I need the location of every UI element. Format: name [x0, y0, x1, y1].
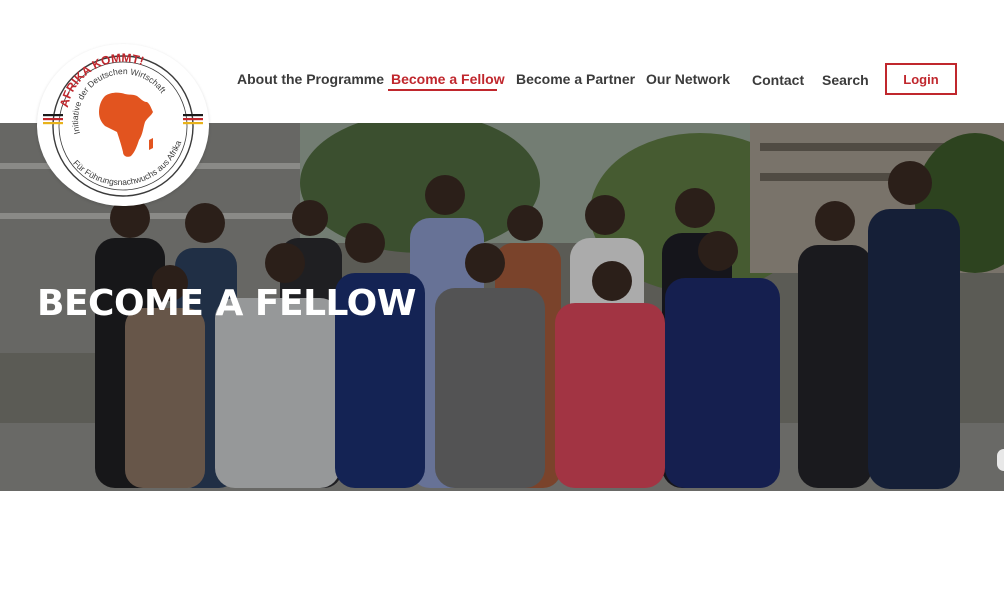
africa-map-icon	[99, 92, 153, 157]
page-content-area	[0, 491, 1004, 591]
hero-title: BECOME A FELLOW	[37, 283, 417, 324]
nav-contact[interactable]: Contact	[752, 72, 804, 88]
active-nav-underline	[388, 89, 497, 91]
login-button[interactable]: Login	[885, 63, 957, 95]
nav-about-the-programme[interactable]: About the Programme	[237, 71, 384, 87]
nav-our-network[interactable]: Our Network	[646, 71, 730, 87]
nav-become-a-fellow[interactable]: Become a Fellow	[391, 71, 505, 87]
slider-next-control[interactable]	[997, 449, 1004, 471]
logo-graphic: AFRIKA KOMMT! Initiative der Deutschen W…	[43, 51, 203, 197]
afrika-kommt-logo[interactable]: AFRIKA KOMMT! Initiative der Deutschen W…	[37, 44, 209, 206]
nav-become-a-partner[interactable]: Become a Partner	[516, 71, 635, 87]
nav-search[interactable]: Search	[822, 72, 869, 88]
